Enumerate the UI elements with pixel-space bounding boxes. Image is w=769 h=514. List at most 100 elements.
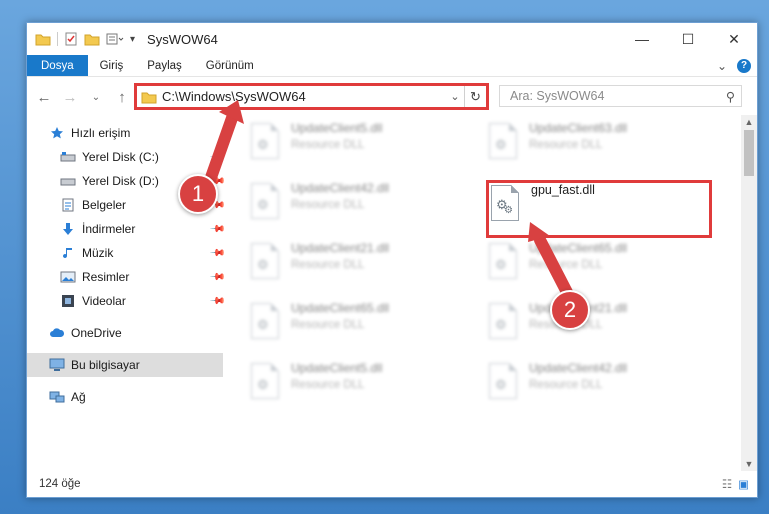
sidebar-item-label: OneDrive [71, 326, 122, 340]
dll-file-icon: ⚙ [485, 121, 521, 165]
file-tile[interactable]: ⚙ UpdateClient65.dll Resource DLL [485, 241, 715, 297]
minimize-button[interactable]: — [619, 23, 665, 55]
up-button[interactable]: ↑ [113, 89, 131, 106]
file-type: Resource DLL [529, 259, 603, 271]
recent-locations-button[interactable]: ⌄ [87, 92, 105, 103]
dll-file-icon: ⚙ [247, 361, 283, 405]
file-name: UpdateClient42.dll [291, 181, 390, 195]
new-folder-icon[interactable] [84, 32, 100, 46]
sidebar-item-label: Bu bilgisayar [71, 358, 140, 372]
search-icon[interactable]: ⚲ [726, 89, 735, 104]
folder-icon [141, 92, 157, 103]
file-type: Resource DLL [291, 139, 365, 151]
large-icons-view-icon[interactable]: ▣ [738, 477, 749, 491]
step-badge-2: 2 [550, 290, 590, 330]
file-list: ⚙ UpdateClient5.dll Resource DLL ⚙ Update… [237, 113, 737, 471]
tab-share[interactable]: Paylaş [135, 55, 194, 76]
address-path[interactable]: C:\Windows\SysWOW64 [162, 89, 306, 104]
title-bar: ▾ SysWOW64 — ☐ ✕ [27, 23, 757, 55]
window-title: SysWOW64 [147, 31, 218, 47]
file-name: UpdateClient65.dll [291, 301, 390, 315]
tab-file[interactable]: Dosya [27, 55, 88, 76]
file-name: UpdateClient21.dll [291, 241, 390, 255]
scroll-down-icon[interactable]: ▼ [741, 459, 757, 469]
address-bar[interactable]: C:\Windows\SysWOW64 ⌄ ↻ [134, 83, 489, 110]
pictures-icon [60, 270, 76, 284]
file-name: UpdateClient42.dll [529, 361, 628, 375]
file-tile[interactable]: ⚙ UpdateClient21.dll Resource DLL [247, 241, 477, 297]
file-tile[interactable]: ⚙ UpdateClient5.dll Resource DLL [247, 361, 477, 417]
view-switcher: ☷ ▣ [722, 477, 749, 491]
back-button[interactable]: ← [35, 89, 53, 106]
properties-icon[interactable] [64, 32, 78, 46]
quick-access-toolbar: ▾ [27, 32, 135, 46]
drive-icon [60, 150, 76, 164]
refresh-icon[interactable]: ↻ [464, 86, 486, 107]
documents-icon [60, 198, 76, 212]
file-type: Resource DLL [291, 259, 365, 271]
computer-icon [49, 358, 65, 372]
pin-icon: 📌 [208, 244, 226, 262]
file-type: Resource DLL [529, 139, 603, 151]
search-input[interactable]: Ara: SysWOW64 ⚲ [499, 85, 742, 107]
forward-button[interactable]: → [61, 89, 79, 106]
star-icon [49, 126, 65, 140]
pin-icon: 📌 [208, 148, 226, 166]
sidebar-item-onedrive[interactable]: OneDrive [27, 321, 223, 345]
drive-icon [60, 174, 76, 188]
sidebar-item-videos[interactable]: Videolar 📌 [27, 289, 225, 313]
file-tile[interactable]: ⚙ UpdateClient63.dll Resource DLL [485, 121, 715, 177]
sidebar-item-downloads[interactable]: İndirmeler 📌 [27, 217, 226, 241]
file-type: Resource DLL [291, 379, 365, 391]
step-badge-1: 1 [178, 174, 218, 214]
vertical-scrollbar[interactable]: ▲ ▼ [741, 115, 757, 471]
file-tile[interactable]: ⚙ UpdateClient5.dll Resource DLL [247, 121, 477, 177]
file-type: Resource DLL [291, 199, 365, 211]
file-tile[interactable]: ⚙ UpdateClient65.dll Resource DLL [247, 301, 477, 357]
help-icon[interactable]: ? [737, 58, 751, 73]
sidebar-item-label: Resimler [82, 270, 130, 284]
sidebar-item-this-pc[interactable]: Bu bilgisayar [27, 353, 223, 377]
file-tile[interactable]: ⚙ UpdateClient42.dll Resource DLL [485, 361, 715, 417]
expand-ribbon-icon[interactable]: ⌄ [717, 59, 727, 73]
file-tile[interactable]: ⚙ UpdateClient42.dll Resource DLL [247, 181, 477, 237]
sidebar-item-pictures[interactable]: Resimler 📌 [27, 265, 226, 289]
customize-icon[interactable] [106, 32, 124, 46]
file-highlight-box [486, 180, 712, 238]
dll-file-icon: ⚙ [485, 241, 521, 285]
sidebar-item-quick-access[interactable]: Hızlı erişim [27, 121, 223, 145]
tab-home[interactable]: Giriş [88, 55, 136, 76]
details-view-icon[interactable]: ☷ [722, 477, 732, 491]
ribbon-tabs: Dosya Giriş Paylaş Görünüm ⌄ ? [27, 55, 757, 77]
music-icon [60, 246, 76, 260]
sidebar-item-local-disk-c[interactable]: Yerel Disk (C:) 📌 [27, 145, 226, 169]
dll-file-icon: ⚙ [247, 181, 283, 225]
sidebar-item-label: Hızlı erişim [71, 126, 131, 140]
dll-file-icon: ⚙ [485, 301, 521, 345]
pin-icon: 📌 [208, 268, 226, 286]
file-explorer-window: ▾ SysWOW64 — ☐ ✕ Dosya Giriş Paylaş Görü… [26, 22, 758, 498]
close-button[interactable]: ✕ [711, 23, 757, 55]
maximize-button[interactable]: ☐ [665, 23, 711, 55]
qat-dropdown-icon[interactable]: ▾ [130, 34, 135, 45]
file-tile[interactable]: ⚙ UpdateClient21.dllResource DLL [485, 301, 715, 357]
network-icon [49, 390, 65, 404]
dll-file-icon: ⚙ [247, 241, 283, 285]
videos-icon [60, 294, 76, 308]
address-dropdown-icon[interactable]: ⌄ [446, 90, 464, 103]
folder-icon[interactable] [35, 32, 51, 46]
pin-icon: 📌 [208, 220, 226, 238]
tab-view[interactable]: Görünüm [194, 55, 266, 76]
sidebar-item-label: Videolar [82, 294, 126, 308]
dll-file-icon: ⚙ [247, 301, 283, 345]
sidebar-item-network[interactable]: Ağ [27, 385, 223, 409]
sidebar-item-music[interactable]: Müzik 📌 [27, 241, 226, 265]
scroll-up-icon[interactable]: ▲ [741, 117, 757, 127]
sidebar-item-label: Müzik [82, 246, 114, 260]
file-name: UpdateClient5.dll [291, 121, 383, 135]
sidebar-item-label: Ağ [71, 390, 86, 404]
scrollbar-thumb[interactable] [744, 130, 754, 176]
item-count: 124 öğe [39, 478, 81, 490]
sidebar-item-label: Yerel Disk (D:) [82, 174, 159, 188]
window-controls: — ☐ ✕ [619, 23, 757, 55]
